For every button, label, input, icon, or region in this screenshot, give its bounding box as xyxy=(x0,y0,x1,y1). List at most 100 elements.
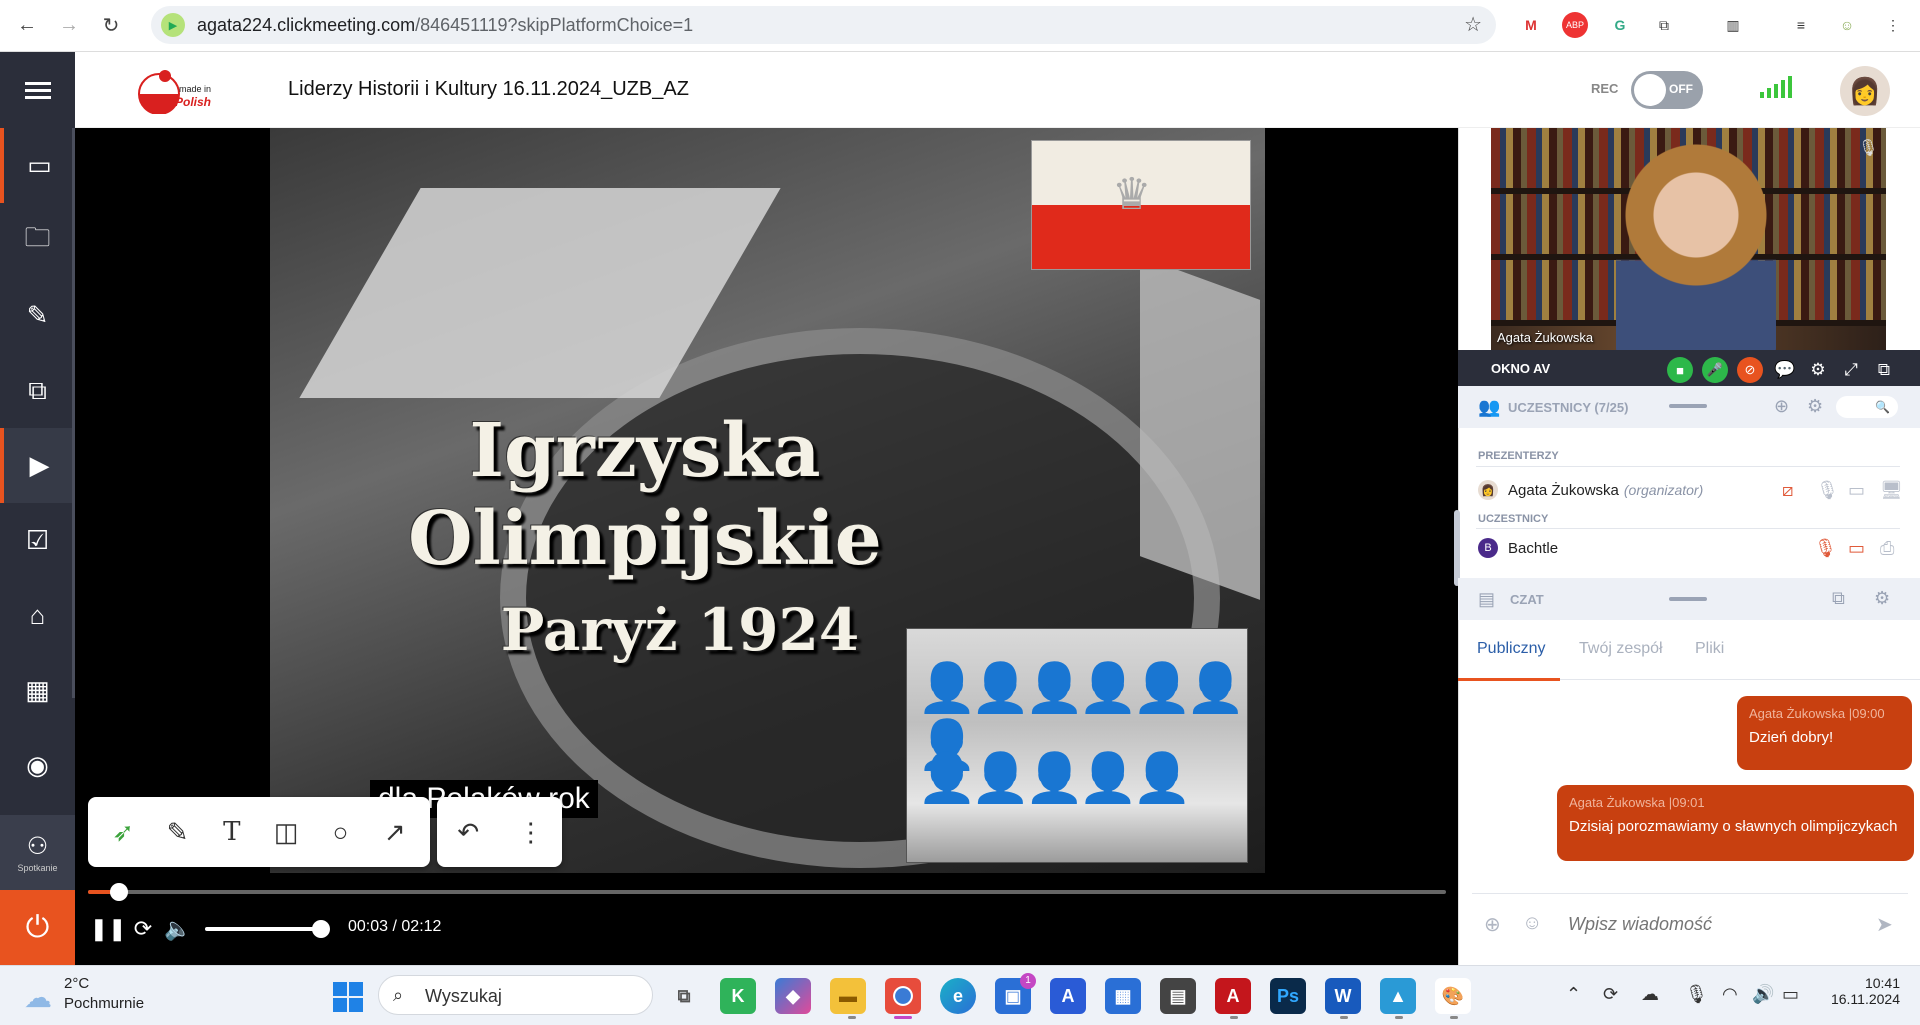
site-info-icon[interactable]: ▶ xyxy=(161,13,185,37)
hamburger-menu-icon[interactable] xyxy=(0,52,75,128)
bookmark-star-icon[interactable]: ☆ xyxy=(1464,12,1482,37)
onedrive-icon[interactable]: ☁ xyxy=(1641,984,1659,1005)
gmail-icon[interactable]: M xyxy=(1518,12,1544,38)
emoji-icon[interactable]: ☺ xyxy=(1522,912,1542,935)
expand-icon[interactable]: ⤢ xyxy=(1838,357,1864,383)
google-icon[interactable]: G xyxy=(1607,12,1633,38)
profile-icon[interactable]: ☺ xyxy=(1834,12,1860,38)
participants-drag-handle[interactable] xyxy=(1669,404,1707,408)
reload-icon[interactable]: ↻ xyxy=(96,11,126,41)
kaspersky-icon[interactable]: K xyxy=(720,978,756,1014)
sidebar-item-folder[interactable]: 🗀 xyxy=(0,203,75,278)
chat-popout-icon[interactable]: ⧉ xyxy=(1832,588,1845,609)
participants-icon: 👥 xyxy=(1478,396,1501,417)
adblock-icon[interactable]: ABP xyxy=(1562,12,1588,38)
microphone-tray-icon[interactable]: 🎙 xyxy=(1685,984,1708,1005)
menu-dots-icon[interactable]: ⋮ xyxy=(1880,12,1906,38)
sidebar-item-screen-share[interactable]: ⧉ xyxy=(0,353,75,428)
sidebar-item-meeting[interactable]: ⚇ Spotkanie xyxy=(0,815,75,890)
more-options-icon[interactable]: ⋮ xyxy=(511,812,551,852)
camera-mic-icon[interactable]: 🎙 xyxy=(1858,138,1878,158)
chat-settings-icon[interactable]: ⚙ xyxy=(1874,588,1890,609)
participant-avatar: B xyxy=(1478,538,1498,558)
taskbar-search[interactable]: ⌕ Wyszukaj xyxy=(378,975,653,1015)
file-explorer-icon[interactable]: ▬ xyxy=(830,978,866,1014)
sidebar-item-video-player[interactable]: ▶ xyxy=(0,428,75,503)
presenter-camera-feed[interactable] xyxy=(1491,128,1886,350)
replay-icon[interactable]: ⟳ xyxy=(129,912,157,946)
arrow-tool-icon[interactable]: ↗ xyxy=(375,812,415,852)
sidebar-item-apps[interactable]: ▦ xyxy=(0,653,75,728)
add-attachment-icon[interactable]: ⊕ xyxy=(1484,912,1501,937)
forward-icon[interactable]: → xyxy=(54,11,84,41)
sync-icon[interactable]: ⟳ xyxy=(1603,984,1618,1005)
battery-icon[interactable]: ▭ xyxy=(1782,984,1799,1005)
send-icon[interactable]: ➤ xyxy=(1876,912,1893,937)
sidebar-item-camera[interactable]: ▭ xyxy=(0,128,75,203)
sticky-note-tool-icon[interactable]: ◫ xyxy=(266,812,306,852)
chevron-up-icon[interactable]: ⌃ xyxy=(1566,984,1581,1005)
photos-icon[interactable]: ▲ xyxy=(1380,978,1416,1014)
pointer-tool-icon[interactable]: ➶ xyxy=(103,812,143,852)
chrome-icon[interactable] xyxy=(885,978,921,1014)
calendar-icon[interactable]: ▦ xyxy=(1105,978,1141,1014)
printer-icon[interactable]: ⎙ xyxy=(1880,538,1894,559)
edge-icon[interactable]: e xyxy=(940,978,976,1014)
photoshop-icon[interactable]: Ps xyxy=(1270,978,1306,1014)
task-view-icon[interactable]: ⧉ xyxy=(666,978,702,1014)
rec-toggle[interactable]: OFF xyxy=(1631,71,1703,109)
powerautomate-icon[interactable]: A xyxy=(1050,978,1086,1014)
volume-icon[interactable]: 🔈 xyxy=(164,912,192,946)
sidebar-item-broadcast[interactable]: ◉ xyxy=(0,728,75,803)
puzzle-icon[interactable]: ⧉ xyxy=(1651,12,1677,38)
participants-scrollbar[interactable] xyxy=(1454,510,1460,586)
participants-search-input[interactable]: 🔍 xyxy=(1836,396,1898,418)
video-frame[interactable]: ♛ Igrzyska Olimpijskie Paryż 1924 👤👤👤👤👤👤… xyxy=(270,128,1265,873)
weather-widget[interactable]: ☁ 2°C Pochmurnie xyxy=(24,975,164,1015)
copilot-icon[interactable]: ◆ xyxy=(775,978,811,1014)
tab-public[interactable]: Publiczny xyxy=(1477,640,1545,658)
microphone-off-icon[interactable]: 🎙 xyxy=(1814,538,1837,559)
sidebar-item-whiteboard[interactable]: ⌂ xyxy=(0,578,75,653)
settings-gear-icon[interactable]: ⚙ xyxy=(1805,357,1831,383)
reading-list-icon[interactable]: ▥ xyxy=(1720,12,1746,38)
chat-drag-handle[interactable] xyxy=(1669,597,1707,601)
popout-icon[interactable]: ⧉ xyxy=(1871,357,1897,383)
text-tool-icon[interactable]: T xyxy=(212,812,252,852)
microphone-icon[interactable]: 🎙 xyxy=(1816,480,1839,501)
word-icon[interactable]: W xyxy=(1325,978,1361,1014)
acrobat-icon[interactable]: A xyxy=(1215,978,1251,1014)
pause-icon[interactable]: ❚❚ xyxy=(90,912,127,946)
chat-message-input[interactable] xyxy=(1568,910,1848,938)
screen-share-off-icon[interactable]: ⧄ xyxy=(1782,480,1793,501)
speaker-icon[interactable]: 🔊 xyxy=(1752,984,1774,1005)
sidebar-item-edit[interactable]: ✎ xyxy=(0,278,75,353)
pencil-tool-icon[interactable]: ✎ xyxy=(157,812,197,852)
tab-files[interactable]: Pliki xyxy=(1695,640,1724,658)
leave-power-button[interactable]: ⏻ xyxy=(0,890,75,965)
circle-tool-icon[interactable]: ○ xyxy=(320,812,360,852)
windows-start-icon[interactable] xyxy=(333,982,363,1012)
volume-slider[interactable] xyxy=(205,920,330,938)
user-avatar[interactable]: 👩 xyxy=(1840,66,1890,116)
participants-settings-icon[interactable]: ⚙ xyxy=(1807,396,1823,417)
camera-on-icon[interactable]: ■ xyxy=(1667,357,1693,383)
address-bar[interactable]: ▶ agata224.clickmeeting.com/846451119?sk… xyxy=(151,6,1496,44)
back-icon[interactable]: ← xyxy=(12,11,42,41)
app-icon[interactable]: ▤ xyxy=(1160,978,1196,1014)
camera-icon[interactable]: ▭ xyxy=(1848,480,1865,501)
media-icon[interactable]: ≡ xyxy=(1788,12,1814,38)
screen-share-off-icon[interactable]: ⊘ xyxy=(1737,357,1763,383)
wifi-icon[interactable]: ◠ xyxy=(1722,984,1738,1005)
add-participant-icon[interactable]: ⊕ xyxy=(1774,396,1789,417)
screen-icon[interactable]: 🖥 xyxy=(1880,480,1903,501)
chat-bubble-icon[interactable]: 💬 xyxy=(1772,357,1798,383)
tab-team[interactable]: Twój zespół xyxy=(1579,640,1663,658)
microphone-on-icon[interactable]: 🎤 xyxy=(1702,357,1728,383)
paint-icon[interactable]: 🎨 xyxy=(1435,978,1471,1014)
undo-icon[interactable]: ↶ xyxy=(448,812,488,852)
video-progress-bar[interactable] xyxy=(88,883,1446,901)
camera-off-icon[interactable]: ▭ xyxy=(1848,538,1865,559)
sidebar-item-poll[interactable]: ☑ xyxy=(0,503,75,578)
taskbar-clock[interactable]: 10:41 16.11.2024 xyxy=(1820,975,1900,1007)
